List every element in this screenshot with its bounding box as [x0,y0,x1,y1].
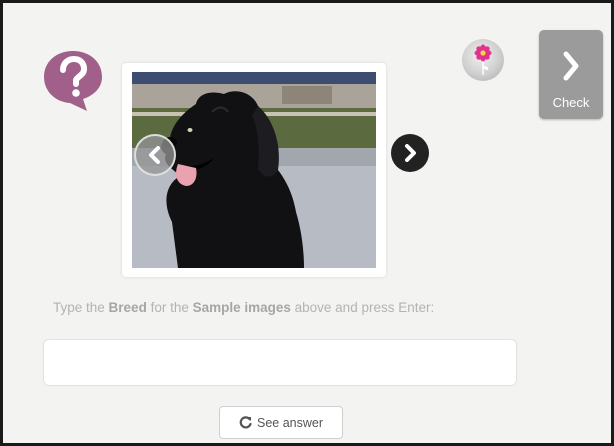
next-image-button[interactable] [391,134,429,172]
prompt-text-middle: for the [146,300,193,315]
previous-image-button[interactable] [134,134,176,176]
refresh-icon [239,416,252,429]
prompt-keyword-breed: Breed [108,300,147,315]
answer-input[interactable] [43,339,517,386]
flower-badge[interactable] [462,39,504,81]
question-prompt: Type the Breed for the Sample images abo… [53,300,434,315]
prompt-text-end: above and press Enter: [290,300,435,315]
check-label: Check [552,95,590,110]
chevron-left-icon [149,146,160,164]
check-button[interactable]: Check [539,30,603,119]
quiz-panel: Check Type the Breed for the Sample imag… [0,0,614,446]
see-answer-label: See answer [256,415,323,430]
chevron-right-icon [405,144,416,162]
prompt-keyword-sample-images: Sample images [192,300,291,315]
flower-icon [474,44,492,75]
question-mark-icon[interactable] [41,48,105,112]
chevron-right-icon [563,51,579,81]
see-answer-button[interactable]: See answer [219,406,343,439]
prompt-text-start: Type the [53,300,109,315]
